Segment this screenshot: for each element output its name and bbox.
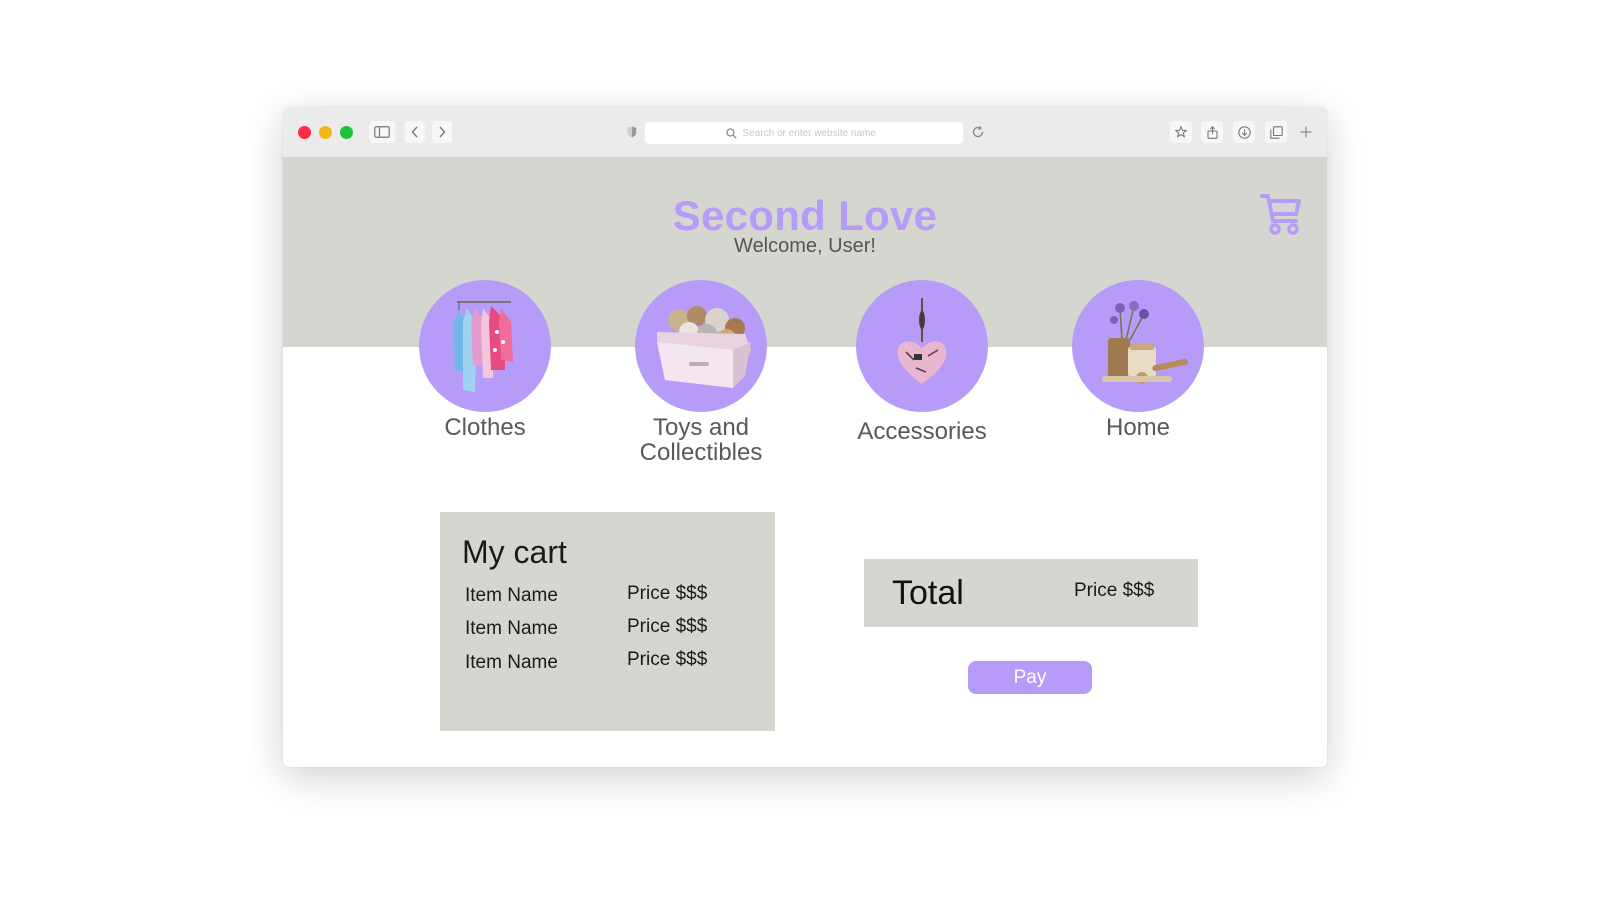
browser-window: Second Love Welcome, User! Clothes [283, 107, 1327, 767]
category-label-accessories[interactable]: Accessories [822, 419, 1022, 444]
new-tab-button[interactable] [1295, 121, 1317, 143]
share-button[interactable] [1201, 121, 1223, 143]
tabs-icon [1269, 125, 1283, 139]
welcome-message: Welcome, User! [734, 235, 876, 257]
back-button[interactable] [405, 121, 425, 143]
category-clothes[interactable] [419, 280, 551, 412]
clothes-rack-image [453, 301, 513, 392]
cart-item-price: Price $$$ [627, 649, 708, 670]
category-label-home[interactable]: Home [1038, 415, 1238, 440]
cart-item-name[interactable]: Item Name [465, 618, 558, 640]
category-home[interactable] [1072, 280, 1204, 412]
chevron-right-icon [439, 126, 446, 138]
category-label-toys-and-collectibles[interactable]: Toys and Collectibles [601, 415, 801, 465]
cart-title: My cart [462, 534, 567, 570]
cart-item-name[interactable]: Item Name [465, 585, 558, 607]
sidebar-icon [374, 126, 390, 138]
toy-box-image [657, 306, 751, 388]
sidebar-toggle-button[interactable] [369, 121, 395, 143]
shopping-cart-icon[interactable] [1260, 192, 1302, 236]
total-panel: Total Price $$$ [864, 559, 1198, 627]
category-label-clothes[interactable]: Clothes [385, 415, 585, 440]
downloads-button[interactable] [1233, 121, 1255, 143]
category-toys-and-collectibles[interactable] [635, 280, 767, 412]
category-accessories[interactable] [856, 280, 988, 412]
share-icon [1206, 125, 1218, 139]
total-label: Total [892, 574, 964, 612]
cart-item-price: Price $$$ [627, 616, 708, 637]
brand-title[interactable]: Second Love [283, 192, 1327, 240]
forward-button[interactable] [432, 121, 452, 143]
cart-item-price: Price $$$ [627, 583, 708, 604]
pay-button[interactable]: Pay [968, 661, 1092, 694]
address-bar[interactable] [645, 122, 963, 144]
plus-icon [1300, 126, 1312, 138]
reload-icon[interactable] [971, 125, 985, 139]
home-decor-image [1102, 301, 1188, 384]
bookmark-button[interactable] [1170, 121, 1192, 143]
heart-ornament-image [897, 298, 947, 384]
browser-toolbar [283, 107, 1327, 157]
tab-overview-button[interactable] [1265, 121, 1287, 143]
close-window-button[interactable] [298, 126, 311, 139]
download-icon [1237, 125, 1251, 139]
minimize-window-button[interactable] [319, 126, 332, 139]
my-cart-panel: My cart Item Name Price $$$ Item Name Pr… [440, 512, 775, 731]
search-icon [725, 127, 737, 139]
shield-icon [627, 126, 637, 138]
total-price: Price $$$ [1074, 580, 1155, 601]
address-input[interactable] [742, 127, 883, 139]
chevron-left-icon [411, 126, 418, 138]
cart-item-name[interactable]: Item Name [465, 652, 558, 674]
star-icon [1175, 126, 1187, 138]
zoom-window-button[interactable] [340, 126, 353, 139]
